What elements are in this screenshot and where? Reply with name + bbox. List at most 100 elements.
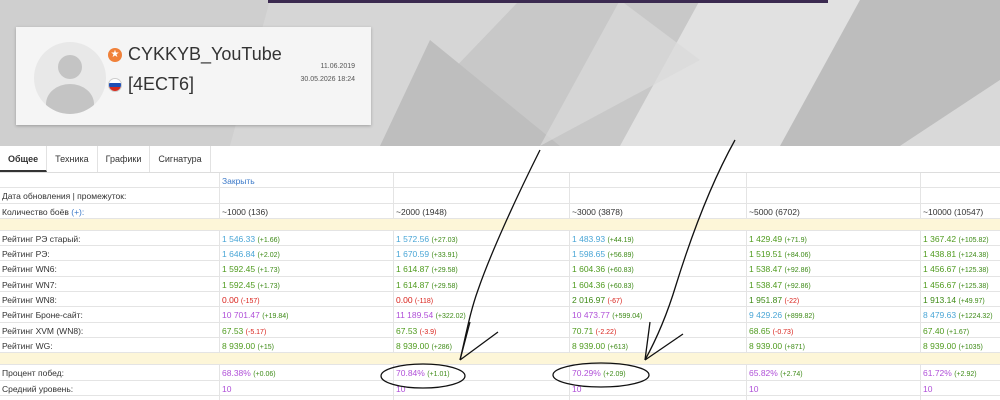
stat-value: 67.53 xyxy=(222,325,244,336)
stat-cell: 1 456.67 (+125.38) xyxy=(923,264,989,274)
stat-value: 1 456.67 xyxy=(923,264,957,275)
row-label: Рейтинг WG: xyxy=(2,340,53,351)
stat-cell: 1 367.42 (+105.82) xyxy=(923,234,989,244)
column-header: ~2000 (1948) xyxy=(396,206,447,217)
stat-delta: (+613) xyxy=(607,343,628,351)
stat-cell: 1 614.87 (+29.58) xyxy=(396,280,458,290)
stat-delta: (+105.82) xyxy=(958,236,989,244)
stat-cell: 1 592.45 (+1.73) xyxy=(222,264,280,274)
stat-cell: 1 913.14 (+49.97) xyxy=(923,295,985,305)
stat-cell: 1 572.56 (+27.03) xyxy=(396,234,458,244)
stat-delta: (-67) xyxy=(607,298,623,306)
stat-delta: (+15) xyxy=(257,343,275,351)
stat-cell: 8 939.00 (+1035) xyxy=(923,341,983,351)
stat-value: 10 xyxy=(222,383,232,394)
table-row: Рейтинг Броне-сайт: 10 701.47 (+19.84) 11 … xyxy=(0,307,1000,323)
column-header: ~10000 (10547) xyxy=(923,206,984,217)
stat-value: 1 438.81 xyxy=(923,249,957,260)
stat-value: 10 xyxy=(749,383,759,394)
stat-value: 0.00 xyxy=(222,295,239,306)
stat-delta: (+27.03) xyxy=(431,236,458,244)
row-label: Рейтинг Броне-сайт: xyxy=(2,310,83,321)
tab-vehicles[interactable]: Техника xyxy=(47,146,98,172)
battles-plus-link[interactable]: (+): xyxy=(71,207,84,217)
stat-cell: 67.53 (-3.9) xyxy=(396,326,436,336)
stat-cell: 0.00 (-157) xyxy=(222,295,260,305)
row-label: Процент побед: xyxy=(2,368,64,379)
stat-value: 1 456.67 xyxy=(923,279,957,290)
stat-cell: 1 670.59 (+33.91) xyxy=(396,249,458,259)
column-header: ~1000 (136) xyxy=(222,206,269,217)
stat-cell: 2 016.97 (-67) xyxy=(572,295,622,305)
stat-cell: 68.38% (+0.06) xyxy=(222,368,276,378)
separator-row xyxy=(0,218,1000,231)
russia-flag-icon xyxy=(108,77,122,92)
stat-cell: 1 614.87 (+29.58) xyxy=(396,264,458,274)
table-row: Рейтинг РЭ: 1 646.84 (+2.02) 1 670.59 (+33… xyxy=(0,246,1000,262)
stat-delta: (+1.73) xyxy=(257,282,280,290)
tab-graphs[interactable]: Графики xyxy=(98,146,151,172)
stat-cell: 1 429.49 (+71.9) xyxy=(749,234,807,244)
stat-delta: (-0.73) xyxy=(772,328,794,336)
table-row: Рейтинг WN8: 0.00 (-157) 0.00 (-118) 2 016.… xyxy=(0,292,1000,308)
stat-value: 68.65 xyxy=(749,325,771,336)
stat-value: 11 189.54 xyxy=(396,310,434,321)
close-link[interactable]: Закрыть xyxy=(222,176,255,186)
stat-delta: (+49.97) xyxy=(958,298,985,306)
row-label: Рейтинг WN8: xyxy=(2,295,57,306)
stat-value: 67.40 xyxy=(923,325,945,336)
row-label: Рейтинг WN7: xyxy=(2,279,57,290)
stat-delta: (+19.84) xyxy=(262,313,289,321)
stat-delta: (+2.74) xyxy=(780,371,803,379)
stat-value: 70.29% xyxy=(572,368,601,379)
stat-delta: (+2.92) xyxy=(954,371,977,379)
stat-cell: 10 701.47 (+19.84) xyxy=(222,310,288,320)
stat-delta: (-118) xyxy=(414,298,434,306)
stat-cell: 1 483.93 (+44.19) xyxy=(572,234,634,244)
stat-cell: 67.53 (-5.17) xyxy=(222,326,266,336)
stat-cell: 1 456.67 (+125.38) xyxy=(923,280,989,290)
stat-cell: 1 646.84 (+2.02) xyxy=(222,249,280,259)
stat-cell: 1 546.33 (+1.66) xyxy=(222,234,280,244)
stat-value: 1 951.87 xyxy=(749,295,783,306)
stat-delta: (+56.89) xyxy=(607,252,634,260)
profile-card: ★ CYKKYB_YouTube [4ECT6] 11.06.2019 30.0… xyxy=(16,27,371,125)
stat-cell: 1 519.51 (+84.06) xyxy=(749,249,811,259)
avatar xyxy=(34,42,106,114)
stat-value: 10 xyxy=(396,383,406,394)
row-label: Рейтинг WN6: xyxy=(2,264,57,275)
stat-cell: 1 538.47 (+92.86) xyxy=(749,264,811,274)
profile-tabs: Общее Техника Графики Сигнатура xyxy=(0,146,1000,173)
tab-general[interactable]: Общее xyxy=(0,146,48,172)
stat-value: 1 572.56 xyxy=(396,233,430,244)
update-date: 30.05.2026 18:24 xyxy=(300,76,356,83)
stat-cell: 70.84% (+1.01) xyxy=(396,368,450,378)
tab-signature[interactable]: Сигнатура xyxy=(150,146,211,172)
stat-value: 1 519.51 xyxy=(749,249,783,260)
stat-delta: (+1.66) xyxy=(257,236,280,244)
stat-cell: 8 939.00 (+613) xyxy=(572,341,628,351)
stat-delta: (+599.04) xyxy=(612,313,643,321)
registration-date: 11.06.2019 xyxy=(320,63,355,70)
stat-value: 10 473.77 xyxy=(572,310,610,321)
stat-cell: 1 604.36 (+60.83) xyxy=(572,280,634,290)
table-row: Количество боёв (+): ~1000 (136) ~2000 (… xyxy=(0,204,1000,219)
stats-table: Закрыть Дата обновления | промежуток: Ко… xyxy=(0,173,1000,396)
table-row: Процент побед: 68.38% (+0.06) 70.84% (+1.0… xyxy=(0,365,1000,381)
stat-delta: (+71.9) xyxy=(784,236,807,244)
stat-cell: 8 939.00 (+871) xyxy=(749,341,805,351)
table-row: Рейтинг XVM (WN8): 67.53 (-5.17) 67.53 (-3… xyxy=(0,323,1000,338)
stat-value: 1 538.47 xyxy=(749,264,783,275)
clan-tag[interactable]: [4ECT6] xyxy=(128,74,194,95)
stat-cell: 8 939.00 (+15) xyxy=(222,341,274,351)
row-label: Рейтинг XVM (WN8): xyxy=(2,325,84,336)
clan-row: [4ECT6] xyxy=(108,74,194,95)
stat-delta: (+29.58) xyxy=(431,282,458,290)
stat-delta: (+286) xyxy=(431,343,452,351)
stat-value: 8 939.00 xyxy=(749,340,783,351)
battles-label: Количество боёв (+): xyxy=(2,206,85,217)
stat-delta: (+322.02) xyxy=(435,313,466,321)
stat-delta: (+125.38) xyxy=(958,282,989,290)
stat-value: 1 546.33 xyxy=(222,233,256,244)
stat-cell: 70.71 (-2.22) xyxy=(572,326,616,336)
